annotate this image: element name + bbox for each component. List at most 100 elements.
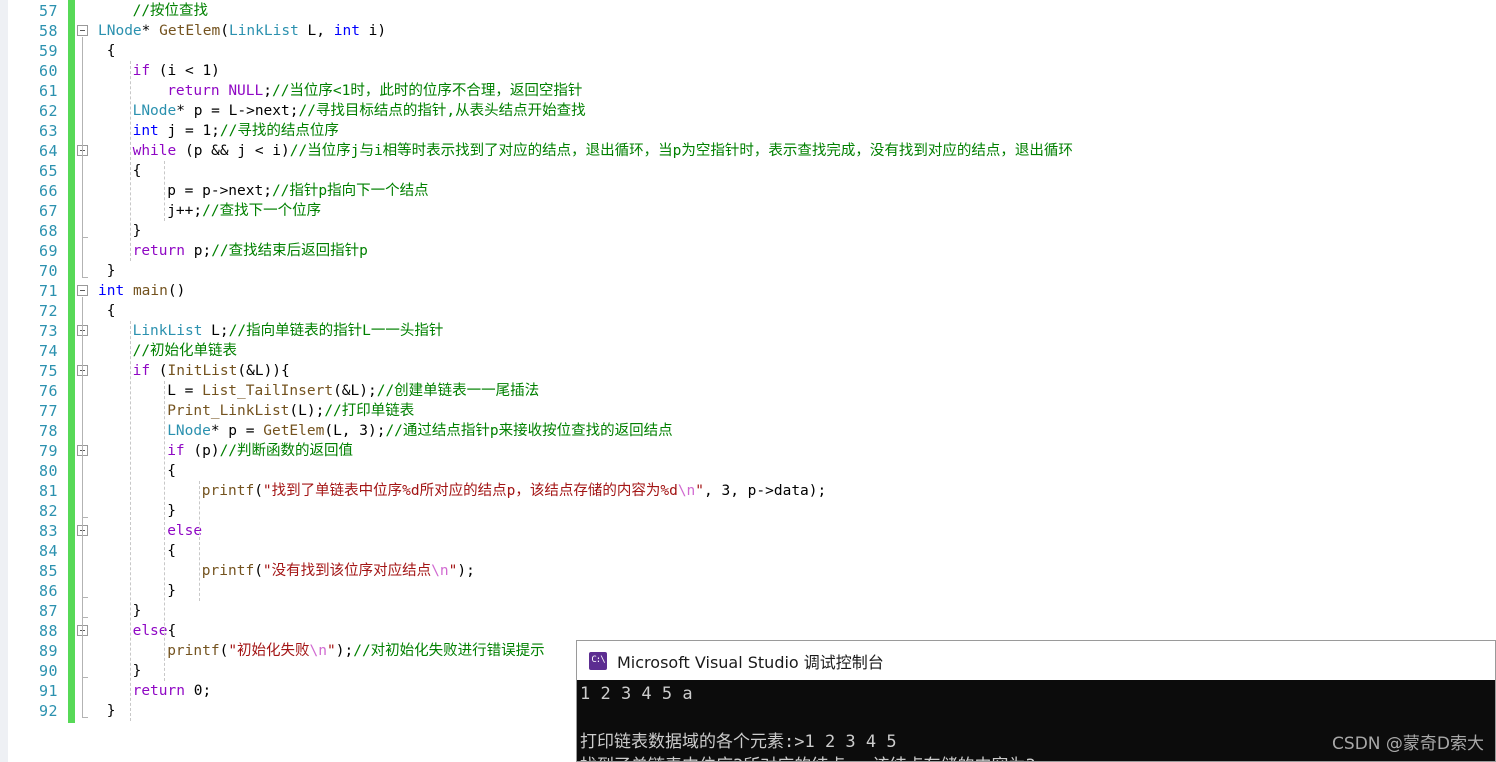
code-token: L; bbox=[202, 323, 229, 339]
code-token: "找到了单链表中位序%d所对应的结点p，该结点存储的内容为%d bbox=[262, 483, 678, 499]
line-number: 71 bbox=[38, 282, 58, 300]
code-token: "没有找到该位序对应结点 bbox=[262, 563, 432, 579]
fold-end-cap bbox=[82, 597, 88, 598]
line-number: 74 bbox=[38, 342, 58, 360]
code-line[interactable]: if (i < 1) bbox=[133, 61, 220, 81]
line-number: 64 bbox=[38, 142, 58, 160]
code-line[interactable]: } bbox=[133, 221, 142, 241]
code-token: (i bbox=[150, 63, 185, 79]
code-line[interactable]: { bbox=[167, 461, 176, 481]
fold-connector-line bbox=[82, 457, 83, 517]
code-line[interactable]: //按位查找 bbox=[133, 1, 208, 21]
code-token: j++; bbox=[167, 203, 203, 219]
code-token: printf bbox=[201, 563, 255, 579]
code-line[interactable]: printf("初始化失败\n");//对初始化失败进行错误提示 bbox=[167, 641, 545, 661]
line-number: 69 bbox=[38, 242, 58, 260]
code-token: { bbox=[132, 163, 142, 179]
code-line[interactable]: } bbox=[98, 261, 116, 281]
code-line[interactable]: } bbox=[167, 501, 176, 521]
code-line[interactable]: { bbox=[98, 41, 116, 61]
code-token: //指针p指向下一个结点 bbox=[271, 183, 429, 199]
code-line[interactable]: int main() bbox=[98, 281, 185, 301]
code-line[interactable]: LNode* p = GetElem(L, 3);//通过结点指针p来接收按位查… bbox=[167, 421, 672, 441]
code-token: return bbox=[167, 83, 220, 99]
code-token: List_TailInsert bbox=[202, 383, 334, 399]
console-line: 找到了单链表中位序3所对应的结点p，该结点存储的内容为3 bbox=[580, 754, 1495, 761]
code-line[interactable]: while (p && j < i)//当位序j与i相等时表示找到了对应的结点，… bbox=[133, 141, 1073, 161]
code-token: //创建单链表一一尾插法 bbox=[376, 383, 540, 399]
line-number: 62 bbox=[38, 102, 58, 120]
code-line[interactable]: return p;//查找结束后返回指针p bbox=[133, 241, 368, 261]
code-line[interactable]: LNode* p = L->next;//寻找目标结点的指针,从表头结点开始查找 bbox=[133, 101, 586, 121]
console-titlebar[interactable]: C:\ Microsoft Visual Studio 调试控制台 bbox=[577, 641, 1495, 680]
code-line[interactable]: int j = 1;//寻找的结点位序 bbox=[133, 121, 339, 141]
code-line[interactable]: } bbox=[167, 581, 176, 601]
code-line[interactable]: else{ bbox=[133, 621, 177, 641]
code-line[interactable]: } bbox=[98, 701, 116, 721]
code-line[interactable]: } bbox=[133, 601, 142, 621]
code-token: i) bbox=[263, 143, 290, 159]
fold-toggle-icon[interactable] bbox=[77, 25, 88, 36]
code-line[interactable]: { bbox=[167, 541, 176, 561]
code-token: L = bbox=[167, 383, 203, 399]
change-bar-segment bbox=[68, 0, 75, 723]
code-line[interactable]: printf("找到了单链表中位序%d所对应的结点p，该结点存储的内容为%d\n… bbox=[202, 481, 826, 501]
code-line[interactable]: //初始化单链表 bbox=[133, 341, 237, 361]
line-number: 85 bbox=[38, 562, 58, 580]
fold-connector-line bbox=[82, 157, 83, 237]
code-line[interactable]: return 0; bbox=[133, 681, 212, 701]
code-line[interactable]: LinkList L;//指向单链表的指针L一一头指针 bbox=[133, 321, 444, 341]
code-line[interactable]: { bbox=[133, 161, 142, 181]
code-token: printf bbox=[167, 643, 220, 659]
code-token: //按位查找 bbox=[132, 3, 209, 19]
code-token: p = p->next; bbox=[167, 183, 272, 199]
code-line[interactable]: return NULL;//当位序<1时，此时的位序不合理，返回空指针 bbox=[167, 81, 582, 101]
outlining-margin[interactable] bbox=[75, 0, 92, 762]
code-line[interactable]: } bbox=[133, 661, 142, 681]
code-line[interactable]: LNode* GetElem(LinkList L, int i) bbox=[98, 21, 386, 41]
code-token: () bbox=[167, 283, 186, 299]
code-token: (&L)){ bbox=[237, 363, 290, 379]
code-token: } bbox=[98, 703, 116, 719]
line-number: 66 bbox=[38, 182, 58, 200]
code-line[interactable]: j++;//查找下一个位序 bbox=[167, 201, 321, 221]
code-token: \n bbox=[677, 483, 696, 499]
line-number: 79 bbox=[38, 442, 58, 460]
code-token: * p = L->next; bbox=[176, 103, 299, 119]
code-token: //初始化单链表 bbox=[132, 343, 238, 359]
code-token: 0; bbox=[184, 683, 212, 699]
line-number: 92 bbox=[38, 702, 58, 720]
code-token: L, bbox=[298, 23, 334, 39]
code-line[interactable]: else bbox=[167, 521, 202, 541]
line-number: 76 bbox=[38, 382, 58, 400]
indent-guide bbox=[164, 161, 166, 221]
code-line[interactable]: if (InitList(&L)){ bbox=[133, 361, 290, 381]
line-number: 57 bbox=[38, 2, 58, 20]
line-number: 91 bbox=[38, 682, 58, 700]
line-number: 87 bbox=[38, 602, 58, 620]
code-token: (p) bbox=[184, 443, 220, 459]
line-number: 67 bbox=[38, 202, 58, 220]
code-token: LNode bbox=[167, 423, 211, 439]
code-token: { bbox=[167, 623, 177, 639]
code-line[interactable]: L = List_TailInsert(&L);//创建单链表一一尾插法 bbox=[167, 381, 539, 401]
code-line[interactable]: if (p)//判断函数的返回值 bbox=[167, 441, 353, 461]
code-token: InitList bbox=[167, 363, 238, 379]
code-token: , 3, p->data); bbox=[704, 483, 827, 499]
code-line[interactable]: printf("没有找到该位序对应结点\n"); bbox=[202, 561, 475, 581]
console-icon-glyph: C:\ bbox=[591, 655, 605, 665]
code-token: " bbox=[327, 643, 336, 659]
code-line[interactable]: p = p->next;//指针p指向下一个结点 bbox=[167, 181, 428, 201]
fold-end-cap bbox=[82, 717, 88, 718]
code-token: { bbox=[98, 303, 116, 319]
code-token: \n bbox=[309, 643, 328, 659]
console-title-text: Microsoft Visual Studio 调试控制台 bbox=[617, 652, 884, 672]
code-line[interactable]: { bbox=[98, 301, 116, 321]
code-line[interactable]: Print_LinkList(L);//打印单链表 bbox=[167, 401, 414, 421]
code-token: j = 1; bbox=[158, 123, 220, 139]
fold-end-cap bbox=[82, 677, 88, 678]
code-token: main bbox=[132, 283, 168, 299]
fold-toggle-icon[interactable] bbox=[77, 285, 88, 296]
code-token: GetElem bbox=[263, 423, 325, 439]
